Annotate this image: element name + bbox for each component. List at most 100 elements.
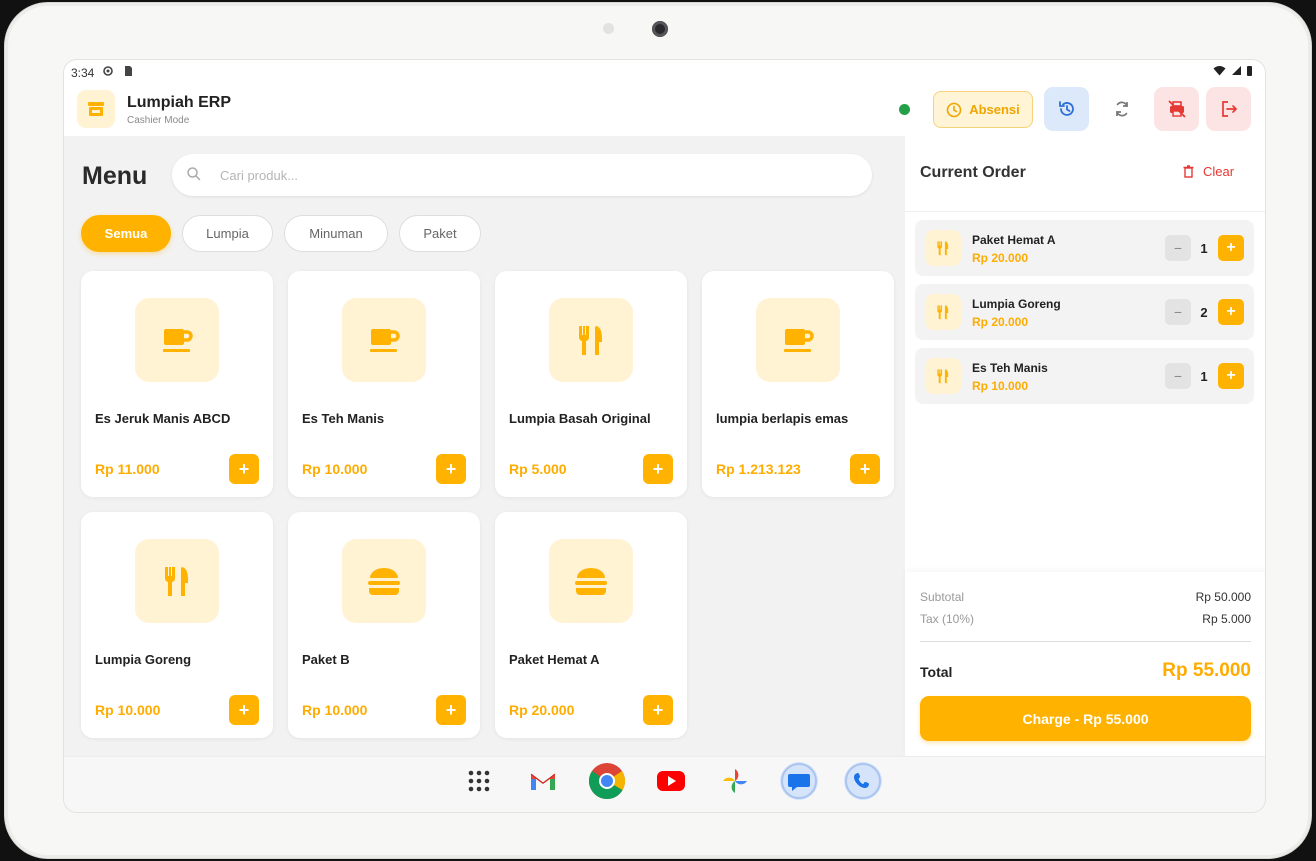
order-item-image xyxy=(925,358,961,394)
product-grid: Es Jeruk Manis ABCD Rp 11.000 + Es Teh M… xyxy=(81,271,895,741)
front-camera xyxy=(652,21,668,37)
add-to-cart-button[interactable]: + xyxy=(436,454,466,484)
chip-paket[interactable]: Paket xyxy=(399,215,481,252)
product-image xyxy=(549,298,633,382)
product-image xyxy=(342,298,426,382)
product-price: Rp 10.000 xyxy=(302,461,368,477)
search-icon xyxy=(187,167,201,181)
online-status-dot xyxy=(899,104,910,115)
add-to-cart-button[interactable]: + xyxy=(643,454,673,484)
photos-icon[interactable] xyxy=(716,762,754,800)
search-bar[interactable] xyxy=(172,154,872,196)
history-button[interactable] xyxy=(1044,87,1089,131)
clear-order-button[interactable]: Clear xyxy=(1183,164,1234,179)
menu-title: Menu xyxy=(82,162,148,190)
add-to-cart-button[interactable]: + xyxy=(229,695,259,725)
product-name: Es Jeruk Manis ABCD xyxy=(95,411,231,426)
clock-icon xyxy=(946,102,962,117)
burger-icon xyxy=(368,568,400,595)
gmail-icon[interactable] xyxy=(524,762,562,800)
trash-icon xyxy=(1183,165,1194,178)
chrome-icon[interactable] xyxy=(588,762,626,800)
search-input[interactable] xyxy=(220,164,820,186)
divider xyxy=(905,211,1265,212)
add-to-cart-button[interactable]: + xyxy=(229,454,259,484)
cup-icon xyxy=(370,329,400,352)
utensils-icon xyxy=(937,305,949,320)
product-card[interactable]: Lumpia Basah Original Rp 5.000 + xyxy=(495,271,687,497)
status-icons-left xyxy=(102,65,133,80)
utensils-icon xyxy=(578,326,602,355)
utensils-icon xyxy=(937,369,949,384)
absensi-button[interactable]: Absensi xyxy=(933,91,1033,128)
signal-icon xyxy=(1231,66,1241,75)
product-price: Rp 20.000 xyxy=(509,702,575,718)
product-name: Lumpia Basah Original xyxy=(509,411,651,426)
order-item-image xyxy=(925,294,961,330)
tablet-frame: 3:34 Lumpiah ERP Cashier Mode Absensi Me… xyxy=(4,2,1312,859)
category-chips: Semua Lumpia Minuman Paket xyxy=(81,215,481,252)
product-name: Es Teh Manis xyxy=(302,411,385,426)
sd-card-status-icon xyxy=(125,66,133,76)
product-price: Rp 10.000 xyxy=(302,702,368,718)
store-icon xyxy=(88,102,104,116)
increase-qty-button[interactable]: + xyxy=(1218,363,1244,389)
chip-semua[interactable]: Semua xyxy=(81,215,171,252)
order-item: Paket Hemat A Rp 20.000 − 1 + xyxy=(915,220,1254,276)
product-image xyxy=(135,298,219,382)
product-price: Rp 5.000 xyxy=(509,461,567,477)
order-item-price: Rp 20.000 xyxy=(972,251,1029,265)
increase-qty-button[interactable]: + xyxy=(1218,299,1244,325)
logout-button[interactable] xyxy=(1206,87,1251,131)
chip-lumpia[interactable]: Lumpia xyxy=(182,215,273,252)
phone-icon[interactable] xyxy=(844,762,882,800)
increase-qty-button[interactable]: + xyxy=(1218,235,1244,261)
product-price: Rp 10.000 xyxy=(95,702,161,718)
chip-minuman[interactable]: Minuman xyxy=(284,215,388,252)
youtube-icon[interactable] xyxy=(652,762,690,800)
battery-icon xyxy=(1247,66,1252,76)
product-card[interactable]: Paket B Rp 10.000 + xyxy=(288,512,480,738)
total-label: Total xyxy=(920,664,953,680)
utensils-icon xyxy=(937,241,949,256)
product-price: Rp 1.213.123 xyxy=(716,461,801,477)
settings-status-icon xyxy=(103,66,113,76)
app-title: Lumpiah ERP xyxy=(127,94,232,111)
printer-disabled-button[interactable] xyxy=(1154,87,1199,131)
product-image xyxy=(549,539,633,623)
add-to-cart-button[interactable]: + xyxy=(850,454,880,484)
sync-button[interactable] xyxy=(1099,87,1144,131)
utensils-icon xyxy=(164,567,188,596)
order-item-name: Lumpia Goreng xyxy=(972,297,1061,311)
divider xyxy=(920,641,1251,642)
dock-apps xyxy=(460,762,882,800)
order-item-qty: 2 xyxy=(1200,304,1208,320)
status-icons-right xyxy=(1213,65,1253,79)
app-drawer-icon[interactable] xyxy=(460,762,498,800)
cup-icon xyxy=(784,329,814,352)
product-image xyxy=(756,298,840,382)
product-card[interactable]: Paket Hemat A Rp 20.000 + xyxy=(495,512,687,738)
order-item-image xyxy=(925,230,961,266)
messages-icon[interactable] xyxy=(780,762,818,800)
decrease-qty-button[interactable]: − xyxy=(1165,299,1191,325)
product-card[interactable]: lumpia berlapis emas Rp 1.213.123 + xyxy=(702,271,894,497)
decrease-qty-button[interactable]: − xyxy=(1165,235,1191,261)
subtotal-label: Subtotal xyxy=(920,590,965,604)
product-card[interactable]: Lumpia Goreng Rp 10.000 + xyxy=(81,512,273,738)
tax-row: Tax (10%) Rp 5.000 xyxy=(920,612,1251,626)
app-mode: Cashier Mode xyxy=(127,115,190,126)
status-time: 3:34 xyxy=(71,66,95,80)
add-to-cart-button[interactable]: + xyxy=(436,695,466,725)
menu-area: Menu Semua Lumpia Minuman Paket Es Jeruk… xyxy=(64,136,905,756)
product-card[interactable]: Es Teh Manis Rp 10.000 + xyxy=(288,271,480,497)
app-header: Lumpiah ERP Cashier Mode Absensi xyxy=(64,86,1265,136)
subtotal-value: Rp 50.000 xyxy=(1195,590,1251,604)
add-to-cart-button[interactable]: + xyxy=(643,695,673,725)
order-item-qty: 1 xyxy=(1200,240,1208,256)
order-item: Lumpia Goreng Rp 20.000 − 2 + xyxy=(915,284,1254,340)
product-card[interactable]: Es Jeruk Manis ABCD Rp 11.000 + xyxy=(81,271,273,497)
decrease-qty-button[interactable]: − xyxy=(1165,363,1191,389)
charge-button[interactable]: Charge - Rp 55.000 xyxy=(920,696,1251,741)
screen: 3:34 Lumpiah ERP Cashier Mode Absensi Me… xyxy=(63,59,1266,813)
